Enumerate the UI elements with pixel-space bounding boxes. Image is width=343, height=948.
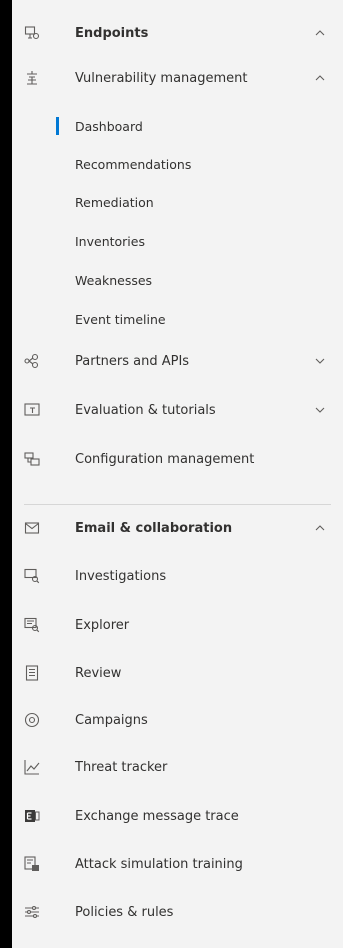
nav-item-label: Exchange message trace — [75, 808, 239, 824]
nav-item-label: Configuration management — [75, 451, 255, 467]
nav-item-evaluation-tutorials[interactable]: Evaluation & tutorials — [12, 391, 343, 429]
nav-subitem-dashboard[interactable]: Dashboard — [12, 107, 343, 145]
vulnerability-management-icon — [24, 70, 40, 86]
nav-section-label: Email & collaboration — [75, 520, 233, 536]
review-icon — [24, 665, 40, 681]
nav-item-policies-rules[interactable]: Policies & rules — [12, 893, 343, 931]
chevron-down-icon[interactable] — [314, 355, 326, 367]
active-indicator — [56, 117, 59, 135]
nav-subitem-label: Event timeline — [75, 311, 166, 327]
chevron-up-icon[interactable] — [314, 27, 326, 39]
nav-item-campaigns[interactable]: Campaigns — [12, 701, 343, 739]
campaigns-icon — [24, 712, 40, 728]
nav-subitem-inventories[interactable]: Inventories — [12, 222, 343, 260]
exchange-icon — [24, 808, 40, 824]
nav-subitem-label: Recommendations — [75, 156, 192, 172]
threat-tracker-icon — [24, 759, 40, 775]
nav-item-label: Explorer — [75, 617, 130, 633]
nav-item-investigations[interactable]: Investigations — [12, 557, 343, 595]
nav-subitem-label: Dashboard — [75, 118, 143, 134]
nav-subitem-label: Weaknesses — [75, 272, 153, 288]
nav-section-endpoints[interactable]: Endpoints — [12, 14, 343, 52]
chevron-down-icon[interactable] — [314, 404, 326, 416]
nav-item-label: Vulnerability management — [75, 70, 248, 86]
nav-item-review[interactable]: Review — [12, 654, 343, 692]
nav-item-label: Threat tracker — [75, 759, 168, 775]
nav-item-partners-and-apis[interactable]: Partners and APIs — [12, 342, 343, 380]
evaluation-icon — [24, 402, 40, 418]
nav-item-attack-simulation-training[interactable]: Attack simulation training — [12, 845, 343, 883]
nav-item-explorer[interactable]: Explorer — [12, 606, 343, 644]
nav-item-label: Review — [75, 665, 122, 681]
chevron-up-icon[interactable] — [314, 522, 326, 534]
navigation-panel: Endpoints Vulnerability management Dashb… — [12, 0, 343, 948]
nav-item-label: Evaluation & tutorials — [75, 402, 216, 418]
nav-item-label: Partners and APIs — [75, 353, 190, 369]
nav-subitem-recommendations[interactable]: Recommendations — [12, 145, 343, 183]
policies-icon — [24, 904, 40, 920]
section-divider — [24, 504, 331, 505]
nav-section-label: Endpoints — [75, 25, 149, 41]
nav-item-label: Investigations — [75, 568, 167, 584]
nav-subitem-event-timeline[interactable]: Event timeline — [12, 300, 343, 338]
nav-subitem-label: Remediation — [75, 194, 154, 210]
investigations-icon — [24, 568, 40, 584]
endpoints-icon — [24, 25, 40, 41]
chevron-up-icon[interactable] — [314, 72, 326, 84]
explorer-icon — [24, 617, 40, 633]
nav-section-email-collaboration[interactable]: Email & collaboration — [12, 509, 343, 547]
partners-icon — [24, 353, 40, 369]
nav-item-threat-tracker[interactable]: Threat tracker — [12, 748, 343, 786]
nav-item-exchange-message-trace[interactable]: Exchange message trace — [12, 797, 343, 835]
nav-item-configuration-management[interactable]: Configuration management — [12, 440, 343, 478]
nav-item-label: Policies & rules — [75, 904, 174, 920]
nav-item-label: Attack simulation training — [75, 856, 243, 872]
mail-icon — [24, 520, 40, 536]
configuration-icon — [24, 451, 40, 467]
nav-subitem-label: Inventories — [75, 233, 145, 249]
nav-subitem-weaknesses[interactable]: Weaknesses — [12, 261, 343, 299]
nav-subitem-remediation[interactable]: Remediation — [12, 183, 343, 221]
nav-item-label: Campaigns — [75, 712, 148, 728]
nav-item-vulnerability-management[interactable]: Vulnerability management — [12, 59, 343, 97]
attack-simulation-icon — [24, 856, 40, 872]
